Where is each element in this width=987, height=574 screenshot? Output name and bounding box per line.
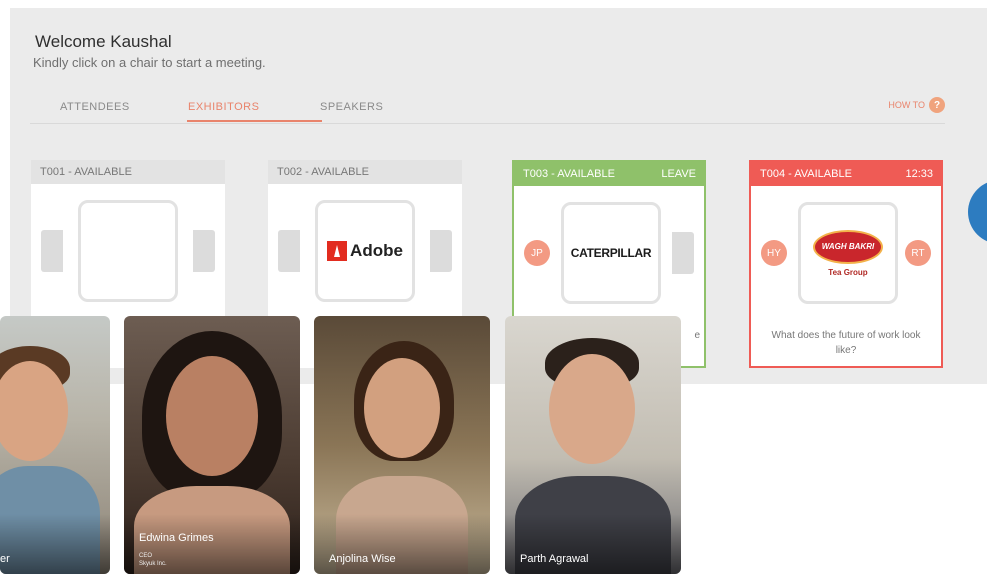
adobe-logo: Adobe bbox=[327, 241, 403, 261]
active-tab-indicator bbox=[187, 120, 322, 122]
table-logo-area: CATERPILLAR bbox=[561, 202, 661, 304]
tab-speakers[interactable]: SPEAKERS bbox=[320, 101, 383, 113]
logo-subtext: Tea Group bbox=[828, 267, 868, 277]
chair-left[interactable] bbox=[41, 230, 63, 272]
video-tile[interactable]: Anjolina Wise bbox=[314, 316, 490, 574]
table-header: T003 - AVAILABLE LEAVE bbox=[514, 162, 704, 186]
participant-name: er bbox=[0, 553, 10, 565]
table-id: T004 - AVAILABLE bbox=[760, 168, 852, 180]
name-overlay bbox=[314, 514, 490, 574]
participant-company: Skyuk Inc. bbox=[139, 561, 167, 567]
name-overlay bbox=[0, 514, 110, 574]
welcome-heading: Welcome Kaushal bbox=[35, 32, 172, 51]
caterpillar-logo: CATERPILLAR bbox=[570, 246, 652, 260]
table-timer: 12:33 bbox=[905, 168, 933, 180]
occupied-seat-avatar[interactable]: RT bbox=[905, 240, 931, 266]
person-face bbox=[364, 358, 440, 458]
tab-exhibitors[interactable]: EXHIBITORS bbox=[188, 101, 259, 113]
video-tile[interactable]: Parth Agrawal bbox=[505, 316, 681, 574]
wagh-bakri-logo: WAGH BAKRI Tea Group bbox=[813, 229, 883, 277]
how-to-button[interactable]: HOW TO ? bbox=[888, 97, 945, 113]
person-face bbox=[0, 361, 68, 461]
participant-name: Anjolina Wise bbox=[329, 553, 396, 565]
chair-left[interactable] bbox=[278, 230, 300, 272]
adobe-mark-icon bbox=[327, 241, 348, 261]
chair-right[interactable] bbox=[672, 232, 694, 274]
chair-right[interactable] bbox=[430, 230, 452, 272]
name-overlay bbox=[505, 514, 681, 574]
participant-name: Parth Agrawal bbox=[520, 553, 589, 565]
logo-text: Adobe bbox=[350, 241, 403, 260]
table-id: T002 - AVAILABLE bbox=[277, 166, 369, 178]
how-to-label: HOW TO bbox=[888, 100, 925, 110]
table-header: T001 - AVAILABLE bbox=[31, 160, 225, 184]
table-id: T001 - AVAILABLE bbox=[40, 166, 132, 178]
video-tile[interactable]: er bbox=[0, 316, 110, 574]
table-id: T003 - AVAILABLE bbox=[523, 168, 615, 180]
table-card-t004[interactable]: T004 - AVAILABLE 12:33 HY WAGH BAKRI Tea… bbox=[749, 160, 943, 368]
participant-role: CEO bbox=[139, 553, 153, 559]
participant-title: CEO Skyuk Inc. bbox=[139, 552, 167, 568]
table-header: T004 - AVAILABLE 12:33 bbox=[751, 162, 941, 186]
logo-text: WAGH BAKRI bbox=[813, 229, 883, 264]
video-tile[interactable]: Edwina Grimes CEO Skyuk Inc. bbox=[124, 316, 300, 574]
leave-button[interactable]: LEAVE bbox=[661, 168, 696, 180]
occupied-seat-avatar[interactable]: HY bbox=[761, 240, 787, 266]
person-face bbox=[549, 354, 635, 464]
question-icon: ? bbox=[929, 97, 945, 113]
participant-name: Edwina Grimes bbox=[139, 532, 214, 544]
table-header: T002 - AVAILABLE bbox=[268, 160, 462, 184]
tab-attendees[interactable]: ATTENDEES bbox=[60, 101, 130, 113]
table-logo-area: WAGH BAKRI Tea Group bbox=[798, 202, 898, 304]
table-topic: What does the future of work look like? bbox=[771, 330, 921, 356]
table-logo-area bbox=[78, 200, 178, 302]
person-face bbox=[166, 356, 258, 476]
tab-bar: ATTENDEES EXHIBITORS SPEAKERS HOW TO ? bbox=[30, 95, 945, 124]
chair-right[interactable] bbox=[193, 230, 215, 272]
table-logo-area: Adobe bbox=[315, 200, 415, 302]
occupied-seat-avatar[interactable]: JP bbox=[524, 240, 550, 266]
instruction-text: Kindly click on a chair to start a meeti… bbox=[33, 55, 266, 70]
